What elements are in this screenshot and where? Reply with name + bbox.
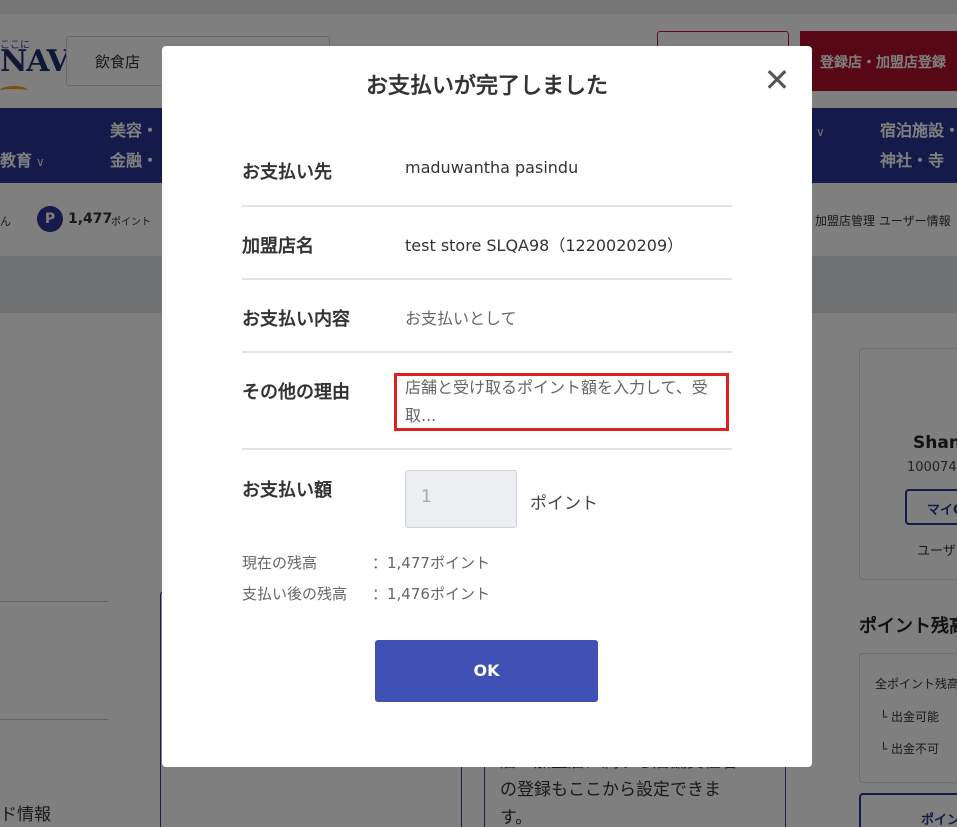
after-balance-label: 支払い後の残高 <box>242 585 348 603</box>
payment-complete-modal: お支払いが完了しました ✕ お支払い先 maduwantha pasindu 加… <box>162 46 812 767</box>
close-icon[interactable]: ✕ <box>761 64 793 96</box>
store-value: test store SLQA98（1220020209） <box>405 236 684 255</box>
divider <box>242 448 732 450</box>
after-balance-value: ：1,476ポイント <box>372 585 490 603</box>
amount-unit: ポイント <box>530 494 598 514</box>
store-label: 加盟店名 <box>242 236 314 257</box>
modal-title: お支払いが完了しました <box>365 74 608 99</box>
payee-label: お支払い先 <box>242 162 332 183</box>
current-balance-label: 現在の残高 <box>242 554 318 572</box>
highlight-box <box>394 373 729 431</box>
divider <box>242 278 732 280</box>
content-value: お支払いとして <box>405 309 517 328</box>
amount-label: お支払い額 <box>242 480 332 501</box>
content-label: お支払い内容 <box>242 309 350 330</box>
ok-button[interactable]: OK <box>375 640 598 702</box>
divider <box>242 205 732 207</box>
payee-value: maduwantha pasindu <box>405 158 579 177</box>
divider <box>242 351 732 353</box>
reason-label: その他の理由 <box>242 382 350 403</box>
current-balance-value: ：1,477ポイント <box>372 554 490 572</box>
amount-input[interactable]: 1 <box>405 470 517 528</box>
